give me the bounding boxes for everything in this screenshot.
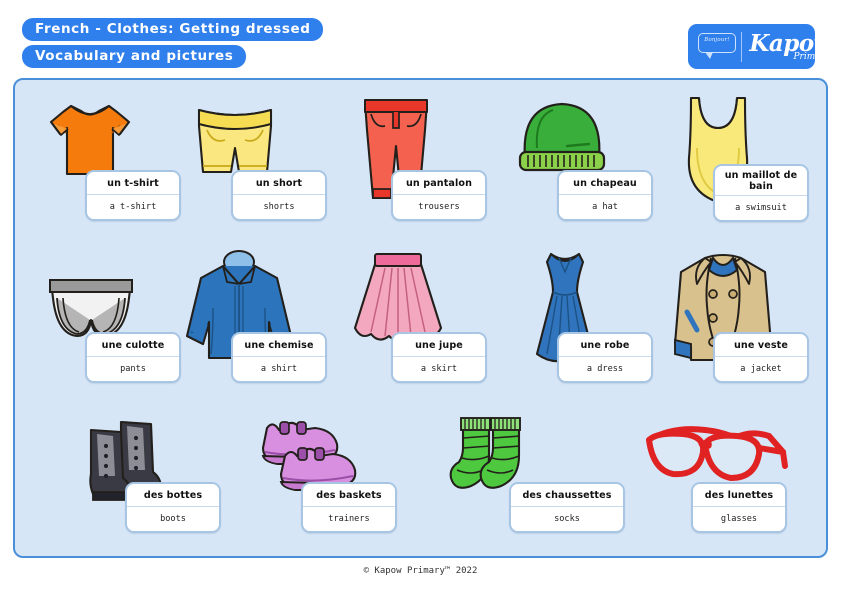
card-english-term: socks — [554, 514, 580, 524]
card-english-term: a swimsuit — [735, 203, 787, 213]
card-french-term: des baskets — [303, 484, 395, 507]
hat-icon — [511, 96, 613, 180]
vocabulary-cell: un t-shirt a t-shirt — [27, 82, 190, 242]
logo-wordmark: Kapow Primary — [749, 32, 833, 62]
card-english-term: shorts — [263, 202, 295, 212]
page-subtitle: Vocabulary and pictures — [22, 45, 247, 68]
vocabulary-card: une chemise a shirt — [231, 332, 327, 383]
page-header: French - Clothes: Getting dressed Vocabu… — [0, 0, 841, 78]
card-french-term: des lunettes — [693, 484, 785, 507]
card-english-term: glasses — [720, 514, 758, 524]
card-english-term: pants — [120, 364, 146, 374]
vocabulary-card: un short shorts — [231, 170, 327, 221]
card-french-term: un short — [233, 172, 325, 195]
vocabulary-card: des baskets trainers — [301, 482, 397, 533]
vocabulary-cell: un maillot de bain a swimsuit — [657, 82, 820, 242]
vocabulary-card: un pantalon trousers — [391, 170, 487, 221]
vocabulary-cell: un chapeau a hat — [499, 82, 662, 242]
footer-copyright: © Kapow Primary™ 2022 — [363, 566, 478, 576]
card-english-term: trousers — [418, 202, 460, 212]
vocabulary-cell: une jupe a skirt — [333, 244, 496, 404]
vocabulary-card: une veste a jacket — [713, 332, 809, 383]
vocabulary-cell: des bottes boots — [67, 408, 230, 568]
card-french-term: une culotte — [87, 334, 179, 357]
card-french-term: un chapeau — [559, 172, 651, 195]
vocabulary-row: un t-shirt a t-shirt un short shorts un … — [15, 82, 830, 242]
vocabulary-card: un chapeau a hat — [557, 170, 653, 221]
vocabulary-cell: une veste a jacket — [657, 244, 820, 404]
vocabulary-card: des lunettes glasses — [691, 482, 787, 533]
logo-divider — [741, 31, 743, 62]
card-english-term: boots — [160, 514, 186, 524]
card-french-term: une veste — [715, 334, 807, 357]
card-french-term: une jupe — [393, 334, 485, 357]
card-english-term: a t-shirt — [109, 202, 157, 212]
speech-bubble-icon: Bonjour! — [695, 30, 739, 63]
vocabulary-card: un t-shirt a t-shirt — [85, 170, 181, 221]
vocabulary-cell: des lunettes glasses — [635, 408, 815, 568]
card-french-term: un pantalon — [393, 172, 485, 195]
card-french-term: un maillot de bain — [715, 166, 807, 196]
vocabulary-row: des bottes boots des baskets trainers de… — [15, 408, 830, 568]
vocabulary-cell: un short shorts — [173, 82, 336, 242]
vocabulary-card: des bottes boots — [125, 482, 221, 533]
vocabulary-cell: un pantalon trousers — [333, 82, 496, 242]
vocabulary-card: des chaussettes socks — [509, 482, 625, 533]
vocabulary-cell: des baskets trainers — [245, 408, 408, 568]
card-french-term: une robe — [559, 334, 651, 357]
vocabulary-row: une culotte pants une chemise a shirt un… — [15, 244, 830, 404]
card-english-term: trainers — [328, 514, 370, 524]
card-english-term: a jacket — [740, 364, 782, 374]
vocabulary-cell: des chaussettes socks — [433, 408, 625, 568]
card-french-term: des chaussettes — [511, 484, 623, 507]
card-english-term: a shirt — [260, 364, 298, 374]
card-french-term: une chemise — [233, 334, 325, 357]
vocabulary-cell: une chemise a shirt — [173, 244, 336, 404]
vocabulary-cell: une culotte pants — [27, 244, 190, 404]
vocabulary-card: une robe a dress — [557, 332, 653, 383]
vocabulary-cell: une robe a dress — [499, 244, 662, 404]
vocabulary-card: un maillot de bain a swimsuit — [713, 164, 809, 222]
card-french-term: un t-shirt — [87, 172, 179, 195]
card-english-term: a skirt — [420, 364, 458, 374]
kapow-primary-logo: Bonjour! Kapow Primary — [688, 24, 834, 69]
card-english-term: a hat — [592, 202, 618, 212]
speech-bubble-text: Bonjour! — [704, 37, 730, 43]
vocabulary-panel: un t-shirt a t-shirt un short shorts un … — [13, 78, 828, 558]
vocabulary-card: une culotte pants — [85, 332, 181, 383]
page-title: French - Clothes: Getting dressed — [22, 18, 324, 41]
vocabulary-card: une jupe a skirt — [391, 332, 487, 383]
card-english-term: a dress — [586, 364, 624, 374]
card-french-term: des bottes — [127, 484, 219, 507]
